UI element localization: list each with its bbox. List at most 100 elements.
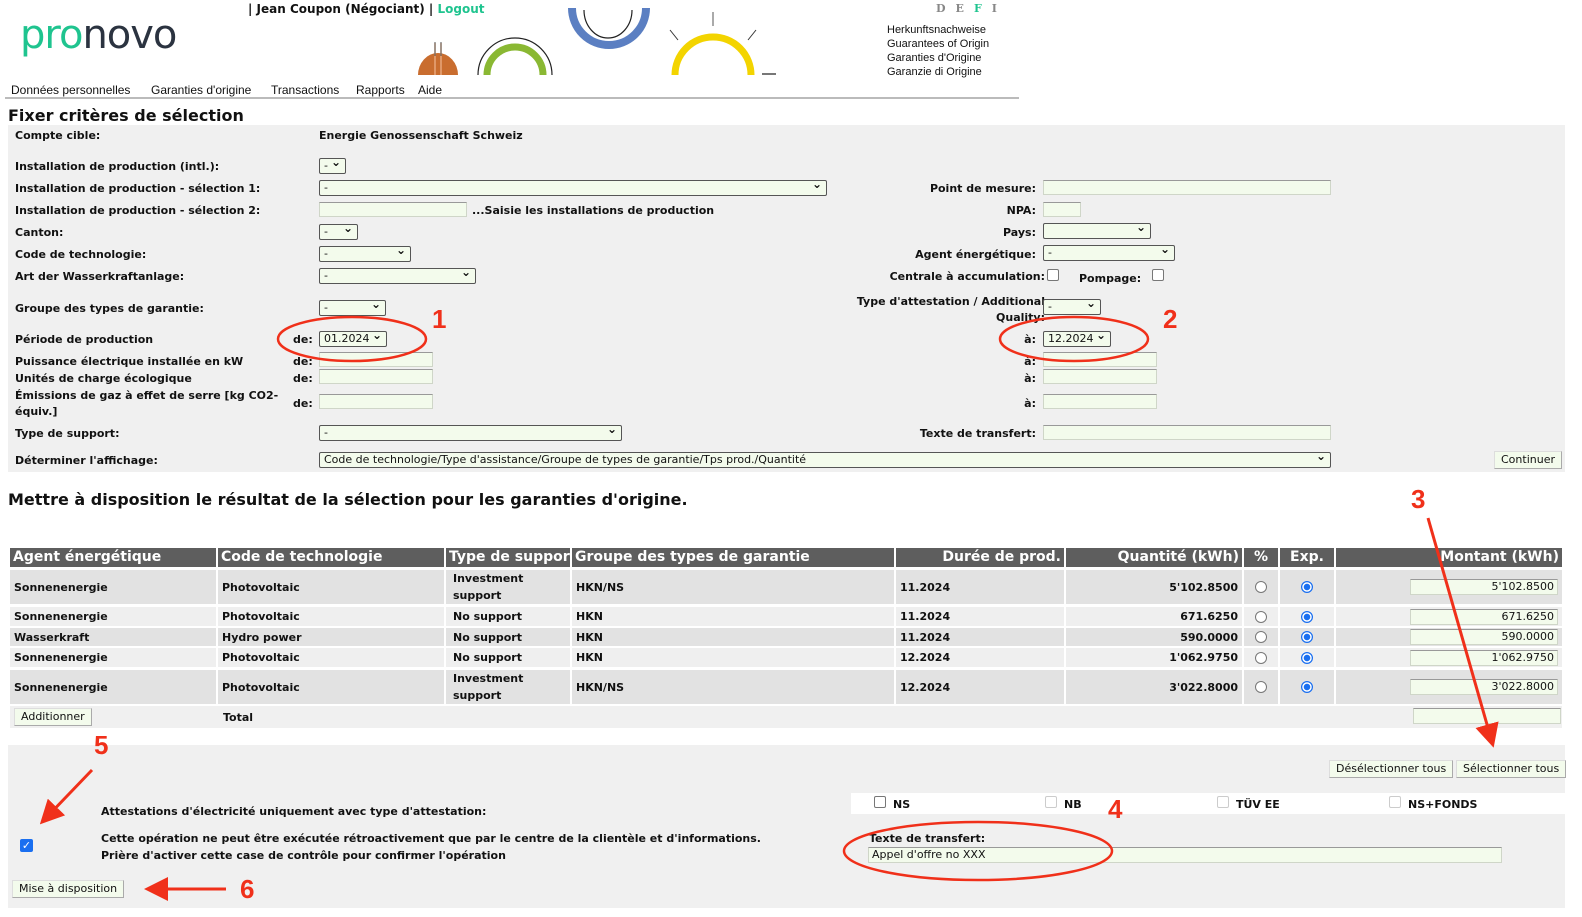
mise-a-disposition-button[interactable]: Mise à disposition xyxy=(12,880,125,898)
texte-transfert-input[interactable]: Appel d'offre no XXX xyxy=(868,847,1502,863)
centrale-checkbox[interactable] xyxy=(1047,269,1059,281)
pct-radio[interactable] xyxy=(1255,651,1267,664)
puissance-from-input[interactable] xyxy=(319,352,433,367)
lang-en[interactable]: E xyxy=(956,2,974,15)
centrale-label: Centrale à accumulation: xyxy=(889,270,1045,283)
cell-groupe: HKN/NS xyxy=(572,670,894,704)
montant-input[interactable]: 1'062.9750 xyxy=(1410,649,1558,666)
pct-radio[interactable] xyxy=(1255,610,1267,623)
exp-radio[interactable] xyxy=(1301,631,1313,643)
attest-ns-checkbox[interactable] xyxy=(874,796,886,808)
cell-exp xyxy=(1280,607,1334,626)
puissance-de-label: de: xyxy=(293,355,313,368)
annotation-1: 1 xyxy=(432,304,447,334)
select-all-button[interactable]: Sélectionner tous xyxy=(1456,760,1567,778)
annotation-5: 5 xyxy=(94,730,109,760)
nav-transactions[interactable]: Transactions xyxy=(271,83,339,97)
inst-intl-select[interactable]: - xyxy=(319,158,346,174)
montant-input[interactable]: 5'102.8500 xyxy=(1410,579,1558,595)
emissions-label: Émissions de gaz à effet de serre [kg CO… xyxy=(15,389,279,418)
compte-label: Compte cible: xyxy=(15,129,101,142)
attest-type-select[interactable]: - xyxy=(1043,299,1101,315)
point-mesure-label: Point de mesure: xyxy=(929,182,1036,195)
pays-select[interactable] xyxy=(1043,223,1151,239)
periode-to-select[interactable]: 12.2024 xyxy=(1043,331,1111,347)
support-value: No support xyxy=(453,630,522,644)
hydro-icon xyxy=(568,8,650,49)
techcode-select[interactable]: - xyxy=(319,246,411,262)
cell-quantite: 3'022.8000 xyxy=(1066,670,1242,704)
confirm-checkbox[interactable]: ✓ xyxy=(20,839,33,852)
periode-from-select[interactable]: 01.2024 xyxy=(319,331,387,347)
point-mesure-input[interactable] xyxy=(1043,180,1331,195)
inst-sel1-select[interactable]: - xyxy=(319,180,827,196)
pct-radio[interactable] xyxy=(1255,681,1267,693)
exp-radio[interactable] xyxy=(1301,581,1313,593)
nav-donnees-personnelles[interactable]: Données personnelles xyxy=(11,83,130,97)
montant-input[interactable]: 590.0000 xyxy=(1410,629,1558,645)
confirm-text-2: Prière d'activer cette case de contrôle … xyxy=(101,849,506,862)
unites-from-input[interactable] xyxy=(319,369,433,384)
duree-value: 11.2024 xyxy=(900,610,951,623)
additionner-button[interactable]: Additionner xyxy=(14,708,92,726)
code-value: Hydro power xyxy=(222,630,302,644)
continuer-button[interactable]: Continuer xyxy=(1494,451,1562,469)
nav-divider xyxy=(5,97,1019,99)
deselect-all-button[interactable]: Désélectionner tous xyxy=(1329,760,1454,778)
puissance-to-input[interactable] xyxy=(1043,352,1157,367)
nav-rapports[interactable]: Rapports xyxy=(356,83,405,97)
lang-fr[interactable]: F xyxy=(974,2,992,15)
groupe-select[interactable]: - xyxy=(319,300,386,316)
duree-value: 11.2024 xyxy=(900,580,951,594)
groupe-value: HKN xyxy=(576,651,603,664)
agent-select[interactable]: - xyxy=(1043,245,1175,261)
exp-radio[interactable] xyxy=(1301,651,1313,664)
col-duree: Durée de prod. xyxy=(896,548,1064,567)
affichage-select[interactable]: Code de technologie/Type d'assistance/Gr… xyxy=(319,452,1331,468)
col-groupe: Groupe des types de garantie xyxy=(572,548,894,567)
wind-icon xyxy=(477,37,553,76)
canton-select[interactable]: - xyxy=(319,224,358,240)
support-select[interactable]: - xyxy=(319,425,622,441)
pct-radio[interactable] xyxy=(1255,581,1267,593)
unites-to-input[interactable] xyxy=(1043,369,1157,384)
nav-aide[interactable]: Aide xyxy=(418,83,442,97)
lang-de[interactable]: D xyxy=(936,2,956,15)
duree-value: 12.2024 xyxy=(900,651,951,664)
pct-radio[interactable] xyxy=(1255,631,1267,643)
logo: pronovo xyxy=(20,12,177,58)
wasser-select[interactable]: - xyxy=(319,268,476,284)
cell-quantite: 590.0000 xyxy=(1066,628,1242,646)
attest-only-label: Attestations d'électricité uniquement av… xyxy=(101,805,487,818)
exp-radio[interactable] xyxy=(1301,681,1313,693)
cell-montant: 1'062.9750 xyxy=(1336,648,1562,667)
attest-nb-checkbox[interactable] xyxy=(1045,796,1057,808)
montant-input[interactable]: 671.6250 xyxy=(1410,608,1558,625)
pompage-checkbox[interactable] xyxy=(1152,269,1164,281)
attest-tuv-checkbox[interactable] xyxy=(1217,796,1229,808)
quantite-value: 1'062.9750 xyxy=(1169,651,1238,664)
cell-quantite: 1'062.9750 xyxy=(1066,648,1242,667)
texte-transfert-filter-input[interactable] xyxy=(1043,425,1331,440)
inst-sel2-input[interactable] xyxy=(319,202,467,217)
affichage-label: Déterminer l'affichage: xyxy=(15,454,158,467)
cell-code: Photovoltaic xyxy=(218,570,444,604)
cell-groupe: HKN xyxy=(572,648,894,667)
pompage-label: Pompage: xyxy=(1079,272,1142,285)
exp-radio[interactable] xyxy=(1301,610,1313,623)
emissions-from-input[interactable] xyxy=(319,394,433,409)
total-input[interactable] xyxy=(1413,708,1561,724)
groupe-value: HKN xyxy=(576,630,603,644)
taglines: Herkunftsnachweise Guarantees of Origin … xyxy=(887,23,989,79)
nav-garanties-origine[interactable]: Garanties d'origine xyxy=(151,83,251,97)
lang-it[interactable]: I xyxy=(992,2,1007,15)
quantite-value: 3'022.8000 xyxy=(1169,680,1238,694)
attest-nsfonds-checkbox[interactable] xyxy=(1389,796,1401,808)
montant-input[interactable]: 3'022.8000 xyxy=(1410,679,1558,695)
attest-tuv-label: TÜV EE xyxy=(1236,798,1280,811)
total-label: Total xyxy=(223,711,254,724)
inst-sel2-hint[interactable]: ...Saisie les installations de productio… xyxy=(472,204,714,217)
emissions-to-input[interactable] xyxy=(1043,394,1157,409)
inst-sel1-label: Installation de production - sélection 1… xyxy=(15,182,261,195)
npa-input[interactable] xyxy=(1043,202,1081,217)
